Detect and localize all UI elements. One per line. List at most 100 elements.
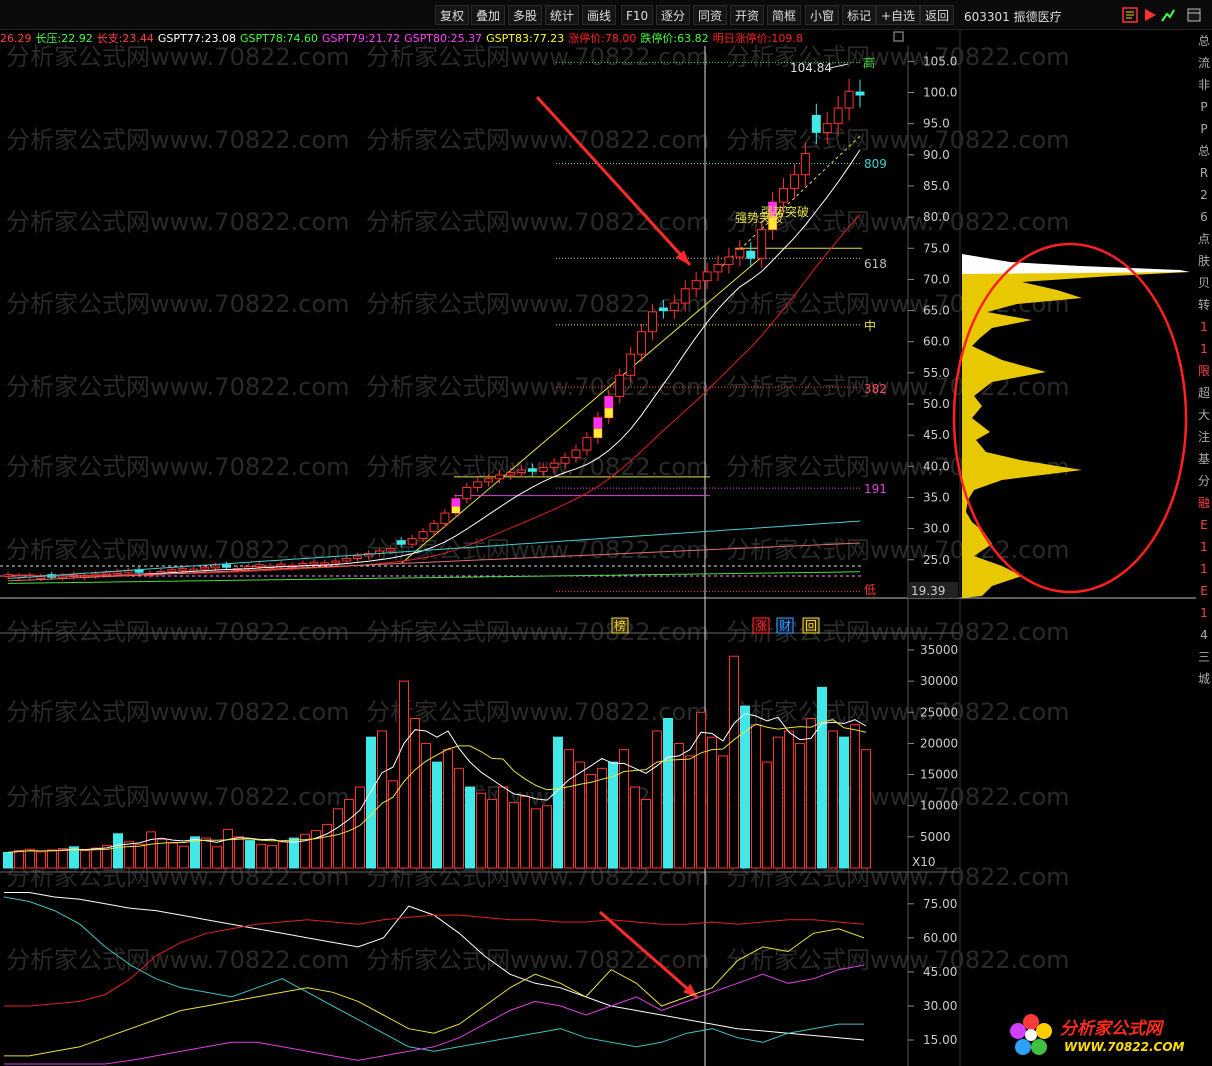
- volume-bar-55: [608, 761, 618, 869]
- volume-bar-11: [124, 841, 134, 869]
- side-char-28: 三: [1197, 650, 1210, 664]
- side-char-15: 限: [1197, 364, 1210, 378]
- side-char-19: 基: [1197, 452, 1210, 466]
- expand-icon[interactable]: [893, 31, 904, 42]
- price-axis-label-12: 45.0: [923, 428, 950, 442]
- volume-bar-58: [641, 798, 651, 869]
- volume-bar-60: [663, 718, 673, 869]
- candle-64: [702, 263, 712, 290]
- osc-axis-label-0: 75.00: [923, 897, 957, 911]
- high-marker: 高: [863, 55, 875, 70]
- side-char-24: 1: [1200, 562, 1208, 576]
- volume-bar-61: [674, 742, 684, 869]
- volume-bar-1: [14, 850, 24, 869]
- volume-bar-49: [542, 805, 552, 869]
- volume-bar-7: [80, 850, 90, 869]
- side-char-10: 肤: [1197, 254, 1210, 268]
- side-char-8: 6: [1200, 210, 1208, 224]
- price-axis-label-6: 75.0: [923, 241, 950, 255]
- side-char-29: 城: [1197, 672, 1210, 686]
- volume-bar-36: [399, 680, 409, 869]
- fib-809-label: 809: [864, 157, 887, 171]
- candle-14: [156, 568, 166, 577]
- candle-40: [440, 508, 450, 528]
- mid-marker: 中: [864, 318, 876, 333]
- side-char-2: 非: [1197, 78, 1210, 92]
- price-axis-label-15: 30.0: [923, 522, 950, 536]
- volume-axis-label-5: 10000: [920, 799, 958, 813]
- volume-axis-label-1: 30000: [920, 674, 958, 688]
- volume-bar-37: [410, 718, 420, 869]
- volume-axis-label-6: 5000: [920, 830, 951, 844]
- volume-bar-69: [762, 761, 772, 869]
- volume-bar-52: [575, 761, 585, 869]
- volume-bar-24: [267, 845, 277, 869]
- volume-bar-29: [322, 823, 332, 869]
- site-logo: 分析家公式网 WWW.70822.COM: [1004, 1008, 1200, 1062]
- candle-78: [855, 79, 865, 108]
- volume-bar-63: [696, 711, 706, 869]
- candle-66: [724, 247, 734, 274]
- volume-bar-57: [630, 786, 640, 869]
- price-axis-label-0: 105.0: [923, 54, 957, 68]
- volume-bar-35: [388, 780, 398, 869]
- watermark-text-6-0: 分析家公式网www.70822.com: [6, 536, 350, 564]
- volume-axis-label-4: 15000: [920, 768, 958, 782]
- price-axis-label-5: 80.0: [923, 210, 950, 224]
- profile-peak-white: [962, 254, 1190, 274]
- volume-bar-31: [344, 798, 354, 869]
- side-char-0: 总: [1197, 34, 1210, 48]
- volume-bar-75: [828, 730, 838, 869]
- volume-bar-44: [487, 798, 497, 869]
- watermark-text-9-0: 分析家公式网www.70822.com: [6, 783, 350, 811]
- volume-bar-67: [740, 705, 750, 869]
- price-axis-label-2: 95.0: [923, 117, 950, 131]
- side-char-21: 融: [1197, 496, 1210, 510]
- watermark-text-11-0: 分析家公式网www.70822.com: [6, 946, 350, 974]
- volume-bar-39: [432, 761, 442, 869]
- candle-41: [451, 494, 461, 518]
- volume-bar-71: [784, 730, 794, 869]
- volume-bar-38: [421, 742, 431, 869]
- side-char-14: 1: [1200, 342, 1208, 356]
- volume-bar-74: [817, 686, 827, 869]
- side-char-20: 分: [1197, 474, 1210, 488]
- price-axis-label-9: 60.0: [923, 335, 950, 349]
- volume-bar-68: [751, 724, 761, 869]
- watermark-text-6-2: 分析家公式网www.70822.com: [726, 536, 1070, 564]
- side-char-16: 超: [1197, 386, 1210, 400]
- volume-bar-54: [597, 767, 607, 869]
- side-char-1: 流: [1197, 56, 1210, 70]
- logo-url: WWW.70822.COM: [1064, 1040, 1185, 1054]
- volume-bar-53: [586, 774, 596, 869]
- tag-return-label: 回: [805, 619, 817, 633]
- stock-chart[interactable]: 分析家公式网www.70822.com 分析家公式网www.70822.com 分析…: [0, 0, 1212, 1066]
- side-char-25: E: [1200, 584, 1208, 598]
- fib-191-label: 191: [864, 482, 887, 496]
- price-axis-label-10: 55.0: [923, 366, 950, 380]
- price-axis-label-13: 40.0: [923, 459, 950, 473]
- logo-name: 分析家公式网: [1060, 1019, 1162, 1039]
- watermark-text-3-1: 分析家公式网www.70822.com: [366, 290, 710, 318]
- side-char-18: 注: [1197, 430, 1210, 444]
- flower-logo-icon: [1010, 1014, 1052, 1055]
- price-axis-label-14: 35.0: [923, 490, 950, 504]
- volume-bar-64: [707, 736, 717, 869]
- volume-bar-41: [454, 767, 464, 869]
- watermark-text-0-0: 分析家公式网www.70822.com: [6, 43, 350, 71]
- price-axis-label-3: 90.0: [923, 148, 950, 162]
- watermark-text-1-2: 分析家公式网www.70822.com: [726, 126, 1070, 154]
- candle-72: [789, 163, 799, 200]
- osc-axis-label-4: 15.00: [923, 1033, 957, 1047]
- volume-bar-46: [509, 802, 519, 869]
- watermark-text-11-1: 分析家公式网www.70822.com: [366, 946, 710, 974]
- tag-finance-label: 财: [779, 619, 791, 633]
- side-char-3: P: [1200, 100, 1208, 114]
- breakout-label-2: 强势突破: [761, 204, 809, 219]
- low-marker: 低: [864, 583, 876, 597]
- watermark-text-1-1: 分析家公式网www.70822.com: [366, 126, 710, 154]
- watermark-text-5-0: 分析家公式网www.70822.com: [6, 453, 350, 481]
- volume-axis-label-0: 35000: [920, 643, 958, 657]
- volume-bar-33: [366, 736, 376, 869]
- volume-axis-label-3: 20000: [920, 736, 958, 750]
